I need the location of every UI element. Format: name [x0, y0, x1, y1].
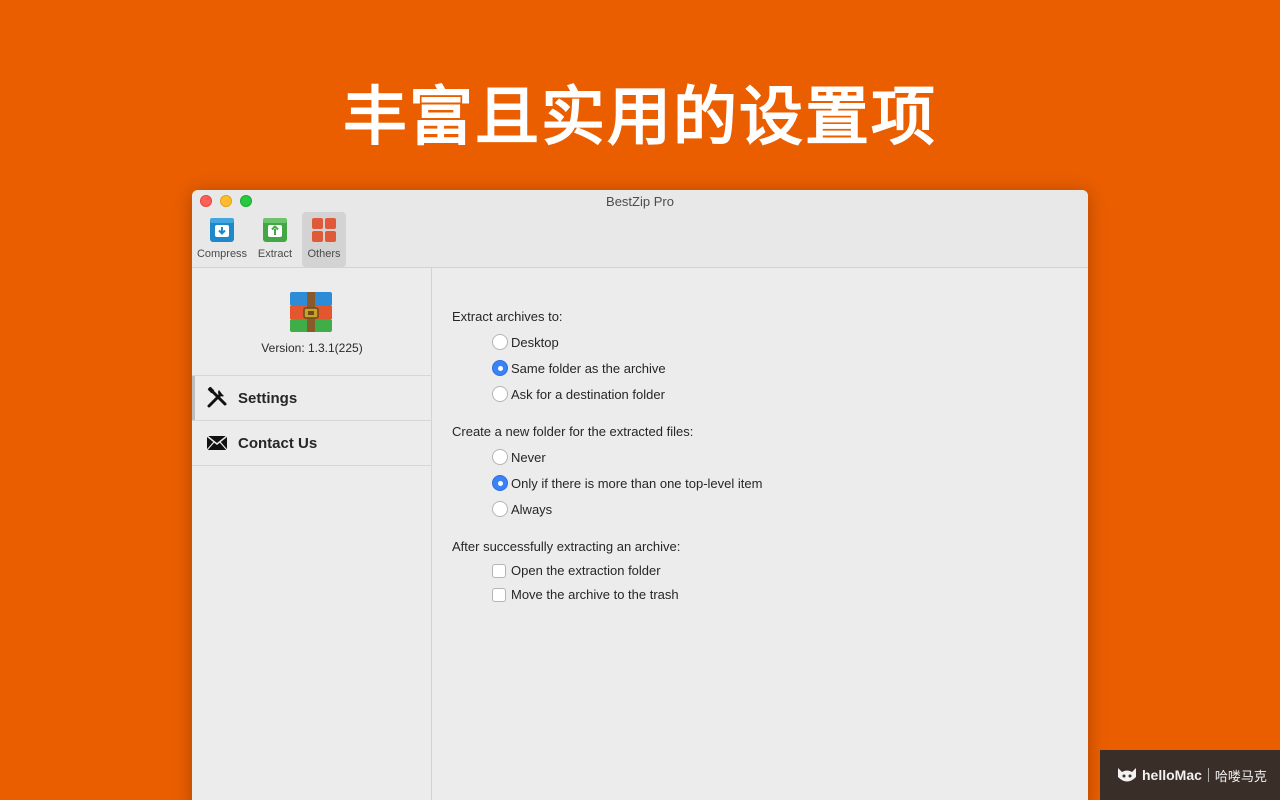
divider — [1207, 768, 1209, 782]
radio-same-folder[interactable]: Same folder as the archive — [492, 360, 666, 376]
title-bar: BestZip Pro Compress Extract Others — [192, 190, 1088, 268]
sidebar-item-contact-us[interactable]: Contact Us — [192, 421, 432, 465]
option-label: Always — [511, 501, 553, 517]
app-logo-icon — [290, 292, 332, 332]
radio-button[interactable] — [492, 449, 508, 465]
sidebar-item-settings[interactable]: Settings — [192, 376, 432, 420]
radio-button[interactable] — [492, 501, 508, 517]
option-label: Desktop — [511, 334, 559, 350]
radio-button[interactable] — [492, 334, 508, 350]
watermark-brand: helloMac — [1142, 767, 1202, 783]
window-title: BestZip Pro — [606, 194, 674, 209]
envelope-icon — [206, 435, 228, 451]
sidebar-item-label: Contact Us — [238, 434, 318, 452]
cat-logo-icon — [1118, 768, 1136, 782]
radio-button[interactable] — [492, 360, 508, 376]
toolbar-label: Compress — [196, 248, 248, 260]
option-label: Same folder as the archive — [511, 360, 666, 376]
divider — [192, 465, 432, 466]
option-label: Never — [511, 449, 546, 465]
watermark: helloMac 哈喽马克 — [1100, 750, 1280, 800]
watermark-cn: 哈喽马克 — [1214, 768, 1267, 784]
checkbox-open-folder[interactable]: Open the extraction folder — [492, 563, 661, 578]
toolbar-extract[interactable]: Extract — [249, 212, 301, 267]
new-folder-label: Create a new folder for the extracted fi… — [452, 424, 694, 439]
checkbox[interactable] — [492, 587, 506, 602]
radio-button[interactable] — [492, 475, 508, 491]
option-label: Open the extraction folder — [511, 563, 661, 578]
radio-only-if-multiple[interactable]: Only if there is more than one top-level… — [492, 475, 762, 491]
option-label: Only if there is more than one top-level… — [511, 475, 763, 491]
radio-ask-destination[interactable]: Ask for a destination folder — [492, 386, 665, 402]
headline: 丰富且实用的设置项 — [343, 80, 937, 155]
toolbar-others[interactable]: Others — [302, 212, 346, 267]
toolbar-label: Others — [307, 248, 341, 260]
settings-panel: Extract archives to: Desktop Same folder… — [432, 268, 1088, 800]
app-window: BestZip Pro Compress Extract Others Vers… — [192, 190, 1088, 800]
extract-box-icon — [263, 218, 287, 242]
radio-desktop[interactable]: Desktop — [492, 334, 559, 350]
tools-icon — [207, 387, 227, 408]
compress-box-icon — [210, 218, 234, 242]
version-label: Version: 1.3.1(225) — [261, 341, 363, 355]
sidebar: Version: 1.3.1(225) Settings Contact Us — [192, 268, 432, 800]
sidebar-item-label: Settings — [238, 389, 298, 407]
extract-to-label: Extract archives to: — [452, 309, 563, 324]
radio-always[interactable]: Always — [492, 501, 552, 517]
after-extract-label: After successfully extracting an archive… — [452, 539, 681, 554]
grid-tiles-icon — [312, 218, 336, 242]
toolbar: Compress Extract Others — [196, 212, 346, 267]
option-label: Move the archive to the trash — [511, 587, 679, 602]
radio-never[interactable]: Never — [492, 449, 546, 465]
checkbox-move-to-trash[interactable]: Move the archive to the trash — [492, 587, 679, 602]
checkbox[interactable] — [492, 563, 506, 578]
radio-button[interactable] — [492, 386, 508, 402]
toolbar-label: Extract — [257, 248, 293, 260]
option-label: Ask for a destination folder — [511, 386, 665, 402]
toolbar-compress[interactable]: Compress — [196, 212, 248, 267]
